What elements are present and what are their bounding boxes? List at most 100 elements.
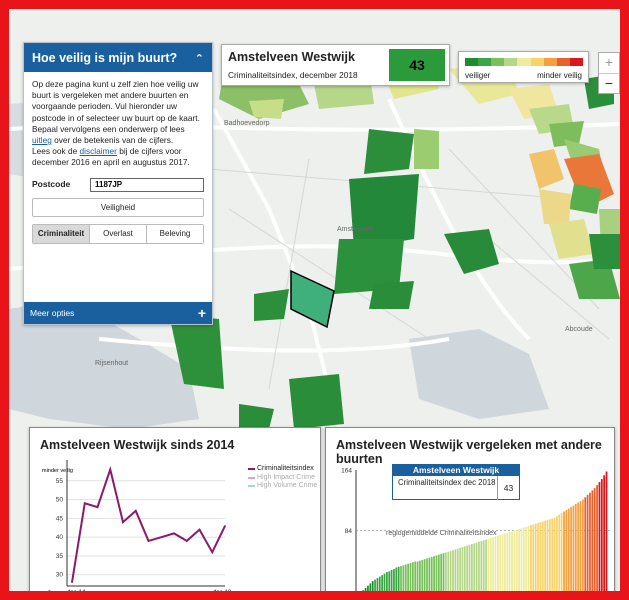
neighbourhood-bar[interactable] xyxy=(404,564,407,594)
neighbourhood-bar[interactable] xyxy=(426,558,428,594)
neighbourhood-bar[interactable] xyxy=(416,561,419,594)
uitleg-link[interactable]: uitleg xyxy=(32,135,52,145)
neighbourhood-bar[interactable] xyxy=(558,514,561,594)
neighbourhood-bar[interactable] xyxy=(435,555,438,594)
neighbourhood-bar[interactable] xyxy=(473,543,476,594)
neighbourhood-bar[interactable] xyxy=(584,497,587,594)
neighbourhood-bar[interactable] xyxy=(489,538,492,594)
trend-legend-item[interactable]: High Volume Crime xyxy=(248,482,320,490)
neighbourhood-bar[interactable] xyxy=(478,541,480,594)
neighbourhood-bar[interactable] xyxy=(362,590,365,594)
neighbourhood-bar[interactable] xyxy=(482,540,485,594)
neighbourhood-bar[interactable] xyxy=(378,576,381,594)
data-point[interactable] xyxy=(211,551,214,553)
neighbourhood-bar[interactable] xyxy=(447,551,450,594)
neighbourhood-bar[interactable] xyxy=(596,485,598,594)
veiligheid-dropdown[interactable]: Veiligheid xyxy=(32,197,204,217)
data-point[interactable] xyxy=(122,521,124,523)
neighbourhood-bar[interactable] xyxy=(421,559,424,594)
neighbourhood-bar[interactable] xyxy=(381,575,384,594)
neighbourhood-bar[interactable] xyxy=(374,579,376,594)
tab-overlast[interactable]: Overlast xyxy=(90,224,147,243)
neighbourhood-bar[interactable] xyxy=(534,523,537,594)
neighbourhood-bar[interactable] xyxy=(522,527,525,594)
data-point[interactable] xyxy=(96,506,99,508)
neighbourhood-bar[interactable] xyxy=(364,587,367,594)
neighbourhood-bar[interactable] xyxy=(409,563,412,594)
neighbourhood-bar[interactable] xyxy=(423,559,426,594)
trend-legend-item[interactable]: Criminaliteitsindex xyxy=(248,465,320,473)
neighbourhood-bar[interactable] xyxy=(385,572,388,594)
neighbourhood-bar[interactable] xyxy=(572,505,575,594)
neighbourhood-bar[interactable] xyxy=(570,507,572,594)
neighbourhood-bar[interactable] xyxy=(539,522,542,594)
neighbourhood-bar[interactable] xyxy=(530,525,532,594)
neighbourhood-bar[interactable] xyxy=(506,532,509,594)
neighbourhood-bar[interactable] xyxy=(511,531,513,594)
tab-beleving[interactable]: Beleving xyxy=(147,224,203,243)
neighbourhood-bar[interactable] xyxy=(525,526,528,594)
data-point[interactable] xyxy=(71,581,73,584)
data-point[interactable] xyxy=(185,540,188,542)
plus-icon[interactable]: + xyxy=(198,305,206,321)
neighbourhood-bar[interactable] xyxy=(456,548,459,594)
neighbourhood-bar[interactable] xyxy=(397,566,400,594)
more-options-bar[interactable]: Meer opties + xyxy=(24,302,212,324)
tab-criminaliteit[interactable]: Criminaliteit xyxy=(33,224,90,243)
data-point[interactable] xyxy=(160,536,163,538)
neighbourhood-bar[interactable] xyxy=(411,562,414,594)
neighbourhood-bar[interactable] xyxy=(496,535,499,594)
neighbourhood-bar[interactable] xyxy=(582,499,584,594)
neighbourhood-bar[interactable] xyxy=(574,504,577,594)
neighbourhood-bar[interactable] xyxy=(383,573,386,594)
neighbourhood-bar[interactable] xyxy=(454,549,457,594)
neighbourhood-bar[interactable] xyxy=(499,535,502,594)
neighbourhood-bar[interactable] xyxy=(544,520,546,594)
neighbourhood-bar[interactable] xyxy=(371,581,374,594)
neighbourhood-bar[interactable] xyxy=(563,511,565,594)
neighbourhood-bar[interactable] xyxy=(376,578,379,594)
neighbourhood-bar[interactable] xyxy=(589,492,591,594)
neighbourhood-bar[interactable] xyxy=(419,560,421,594)
neighbourhood-bar[interactable] xyxy=(428,557,431,594)
data-point[interactable] xyxy=(173,532,175,535)
neighbourhood-bar[interactable] xyxy=(466,545,469,594)
neighbourhood-bar[interactable] xyxy=(388,571,391,594)
neighbourhood-bar[interactable] xyxy=(367,585,369,594)
neighbourhood-bar[interactable] xyxy=(520,528,523,594)
neighbourhood-bar[interactable] xyxy=(475,542,478,594)
neighbourhood-bar[interactable] xyxy=(393,569,395,594)
neighbourhood-bar[interactable] xyxy=(471,544,473,594)
neighbourhood-bar[interactable] xyxy=(463,546,466,594)
chevron-up-icon[interactable]: ⌃ xyxy=(195,52,204,65)
neighbourhood-bar[interactable] xyxy=(369,583,372,594)
postcode-input[interactable] xyxy=(90,177,204,192)
neighbourhood-bar[interactable] xyxy=(591,490,594,594)
neighbourhood-bar[interactable] xyxy=(459,547,461,594)
neighbourhood-bar[interactable] xyxy=(537,522,539,594)
data-point[interactable] xyxy=(83,502,86,505)
neighbourhood-bar[interactable] xyxy=(360,592,362,594)
neighbourhood-bar[interactable] xyxy=(461,547,464,594)
disclaimer-link[interactable]: disclaimer xyxy=(80,146,117,156)
neighbourhood-bar[interactable] xyxy=(546,519,549,594)
series-line-criminaliteitsindex[interactable] xyxy=(71,465,226,583)
neighbourhood-bar[interactable] xyxy=(513,530,516,594)
neighbourhood-bar[interactable] xyxy=(480,541,483,594)
neighbourhood-bar[interactable] xyxy=(603,475,606,594)
neighbourhood-bar[interactable] xyxy=(452,550,454,594)
neighbourhood-bar[interactable] xyxy=(430,556,433,594)
neighbourhood-bar[interactable] xyxy=(492,537,495,594)
neighbourhood-bar[interactable] xyxy=(548,519,551,594)
neighbourhood-bar[interactable] xyxy=(433,556,435,594)
data-point[interactable] xyxy=(224,525,226,527)
neighbourhood-bar[interactable] xyxy=(518,528,521,594)
neighbourhood-bar[interactable] xyxy=(553,517,556,594)
neighbourhood-bar[interactable] xyxy=(402,565,405,594)
neighbourhood-bar[interactable] xyxy=(468,544,471,594)
neighbourhood-bar[interactable] xyxy=(508,532,511,594)
neighbourhood-bar[interactable] xyxy=(442,553,445,594)
neighbourhood-bar[interactable] xyxy=(560,513,563,594)
info-panel-header[interactable]: Hoe veilig is mijn buurt? ⌃ xyxy=(24,43,212,72)
zoom-in-button[interactable]: + xyxy=(599,53,619,73)
